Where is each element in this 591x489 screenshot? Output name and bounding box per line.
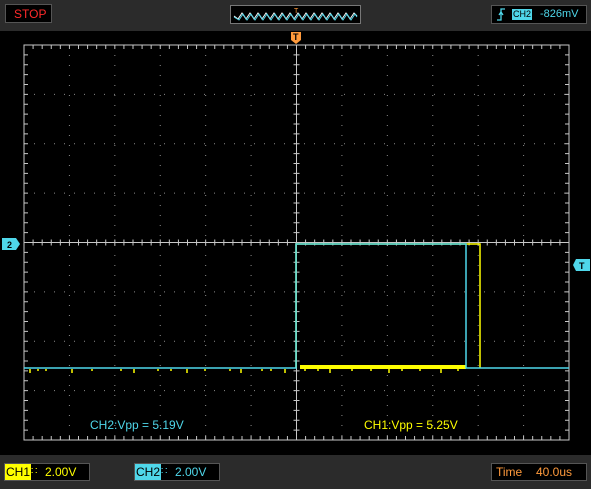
ch1-coupling-icon: ∷ (31, 466, 38, 477)
ch2-trace (24, 243, 569, 369)
ch1-low-noise-band (300, 365, 466, 369)
overview-trigger-marker: T (294, 8, 299, 15)
trigger-level-value: -826mV (540, 8, 579, 20)
rising-edge-icon (497, 8, 505, 21)
timebase-panel[interactable]: Time 40.0us (491, 463, 587, 481)
trigger-source-badge: CH2 (512, 9, 533, 20)
ch1-scale-value: 2.00V (45, 465, 77, 479)
ch2-ground-marker[interactable]: 2 (2, 238, 20, 250)
trigger-level-label: T (579, 261, 585, 271)
trigger-position-marker[interactable]: T (291, 32, 301, 44)
ch2-coupling-icon: ∷ (161, 466, 168, 477)
top-status-bar: STOP T CH2 -826mV (0, 0, 591, 30)
ch2-badge: CH2 (135, 464, 162, 480)
time-value: 40.0us (536, 465, 573, 479)
ch1-scale-panel[interactable]: CH1 ∷ 2.00V (4, 463, 90, 481)
ch2-ground-label: 2 (7, 240, 12, 250)
run-stop-button[interactable]: STOP (5, 4, 52, 23)
ch1-vpp-measurement: CH1:Vpp = 5.25V (364, 418, 458, 432)
trigger-position-label: T (293, 32, 299, 42)
trigger-info-panel[interactable]: CH2 -826mV (491, 5, 587, 24)
ch2-scale-panel[interactable]: CH2 ∷ 2.00V (134, 463, 220, 481)
waveform-overview: T (230, 5, 361, 24)
time-label: Time (496, 465, 523, 479)
bottom-status-bar: CH1 ∷ 2.00V CH2 ∷ 2.00V Time 40.0us (0, 456, 591, 489)
ch2-scale-value: 2.00V (175, 465, 207, 479)
oscilloscope-screen: T 2 T CH2:Vpp = 5.19V CH1:Vpp = 5.25V (0, 31, 591, 455)
ch1-trace (295, 243, 481, 368)
ch2-vpp-measurement: CH2:Vpp = 5.19V (90, 418, 184, 432)
graticule-grid (23, 44, 570, 441)
trigger-level-marker[interactable]: T (573, 259, 590, 271)
ch1-badge: CH1 (5, 464, 32, 480)
